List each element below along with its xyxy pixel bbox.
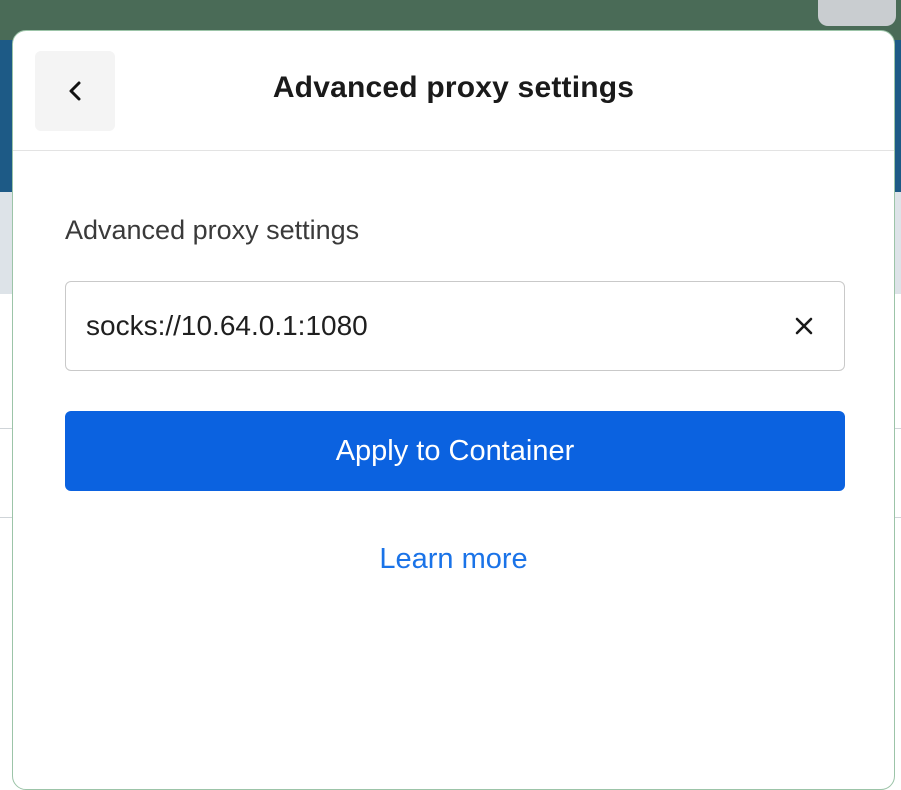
panel-header: Advanced proxy settings	[13, 31, 894, 151]
learn-more-link[interactable]: Learn more	[13, 543, 894, 576]
apply-to-container-button[interactable]: Apply to Container	[65, 411, 845, 491]
proxy-input-field	[65, 281, 845, 371]
proxy-section-label: Advanced proxy settings	[65, 215, 360, 245]
proxy-settings-panel: Advanced proxy settings Advanced proxy s…	[12, 30, 895, 790]
close-icon	[795, 317, 813, 335]
proxy-input[interactable]	[86, 282, 766, 370]
clear-input-button[interactable]	[786, 308, 822, 344]
page-title: Advanced proxy settings	[272, 71, 635, 104]
background-topbar-pill	[818, 0, 896, 26]
